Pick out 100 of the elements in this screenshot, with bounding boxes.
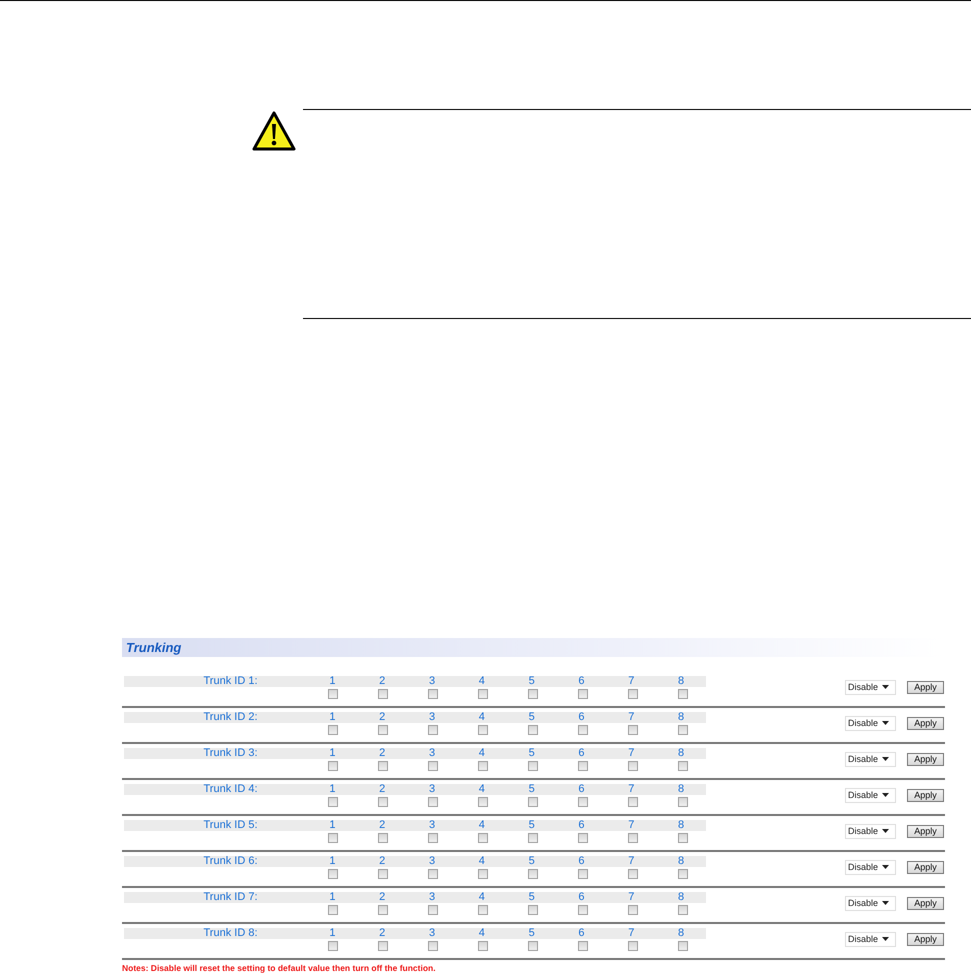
checkbox[interactable] bbox=[378, 761, 388, 771]
mode-dropdown[interactable]: Disable bbox=[845, 860, 896, 874]
checkbox[interactable] bbox=[678, 833, 688, 843]
caret-icon bbox=[882, 757, 890, 761]
checkbox[interactable] bbox=[578, 869, 588, 879]
checkbox[interactable] bbox=[628, 869, 638, 879]
port-number: 3 bbox=[428, 712, 436, 723]
mode-dropdown[interactable]: Disable bbox=[845, 752, 896, 766]
checkbox[interactable] bbox=[428, 725, 438, 735]
checkbox[interactable] bbox=[428, 869, 438, 879]
checkbox[interactable] bbox=[328, 941, 338, 951]
checkbox[interactable] bbox=[428, 761, 438, 771]
checkbox[interactable] bbox=[328, 689, 338, 699]
trunk-label: Trunk ID 7: bbox=[202, 892, 258, 903]
checkbox[interactable] bbox=[578, 905, 588, 915]
checkbox[interactable] bbox=[478, 797, 488, 807]
checkbox[interactable] bbox=[428, 689, 438, 699]
checkbox[interactable] bbox=[428, 905, 438, 915]
apply-button[interactable]: Apply bbox=[907, 716, 944, 730]
checkbox[interactable] bbox=[328, 869, 338, 879]
checkbox[interactable] bbox=[678, 761, 688, 771]
port-number: 7 bbox=[627, 748, 636, 759]
port-number: 7 bbox=[627, 928, 636, 939]
apply-button[interactable]: Apply bbox=[907, 932, 944, 946]
checkbox[interactable] bbox=[528, 725, 538, 735]
checkbox[interactable] bbox=[628, 905, 638, 915]
checkbox[interactable] bbox=[678, 941, 688, 951]
mode-dropdown[interactable]: Disable bbox=[845, 896, 896, 910]
checkbox[interactable] bbox=[378, 797, 388, 807]
apply-button[interactable]: Apply bbox=[907, 752, 944, 766]
apply-button[interactable]: Apply bbox=[907, 788, 944, 802]
checkbox[interactable] bbox=[678, 725, 688, 735]
checkbox[interactable] bbox=[328, 833, 338, 843]
port-number: 5 bbox=[528, 676, 536, 687]
checkbox[interactable] bbox=[378, 689, 388, 699]
mode-dropdown[interactable]: Disable bbox=[845, 716, 896, 730]
port-number: 1 bbox=[328, 892, 336, 903]
port-number: 6 bbox=[577, 856, 586, 867]
checkbox[interactable] bbox=[678, 905, 688, 915]
checkbox[interactable] bbox=[328, 725, 338, 735]
checkbox[interactable] bbox=[628, 833, 638, 843]
checkbox[interactable] bbox=[478, 761, 488, 771]
checkbox[interactable] bbox=[578, 689, 588, 699]
checkbox[interactable] bbox=[478, 869, 488, 879]
port-number: 2 bbox=[378, 820, 386, 831]
checkbox[interactable] bbox=[578, 725, 588, 735]
checkbox[interactable] bbox=[578, 941, 588, 951]
mode-dropdown[interactable]: Disable bbox=[845, 788, 896, 802]
port-number: 1 bbox=[328, 748, 336, 759]
mode-dropdown[interactable]: Disable bbox=[845, 824, 896, 838]
checkbox[interactable] bbox=[528, 833, 538, 843]
apply-button[interactable]: Apply bbox=[907, 680, 944, 694]
checkbox[interactable] bbox=[478, 941, 488, 951]
checkbox[interactable] bbox=[328, 761, 338, 771]
apply-button[interactable]: Apply bbox=[907, 860, 944, 874]
checkbox[interactable] bbox=[378, 725, 388, 735]
checkbox[interactable] bbox=[378, 833, 388, 843]
port-number: 1 bbox=[328, 784, 336, 795]
checkbox[interactable] bbox=[678, 797, 688, 807]
checkbox[interactable] bbox=[528, 797, 538, 807]
checkbox[interactable] bbox=[428, 833, 438, 843]
checkbox[interactable] bbox=[628, 797, 638, 807]
notes-text: Notes: Disable will reset the setting to default value then turn off the function. bbox=[122, 963, 437, 973]
checkbox[interactable] bbox=[578, 797, 588, 807]
port-number: 2 bbox=[378, 712, 386, 723]
checkbox[interactable] bbox=[628, 689, 638, 699]
checkbox[interactable] bbox=[628, 941, 638, 951]
checkbox[interactable] bbox=[528, 941, 538, 951]
port-number: 5 bbox=[528, 748, 536, 759]
checkbox[interactable] bbox=[328, 797, 338, 807]
port-number: 7 bbox=[627, 712, 636, 723]
port-number: 2 bbox=[378, 784, 386, 795]
checkbox[interactable] bbox=[628, 761, 638, 771]
checkbox[interactable] bbox=[528, 869, 538, 879]
checkbox[interactable] bbox=[478, 689, 488, 699]
checkbox[interactable] bbox=[528, 689, 538, 699]
apply-button[interactable]: Apply bbox=[907, 824, 944, 838]
checkbox[interactable] bbox=[428, 797, 438, 807]
port-number: 8 bbox=[677, 820, 686, 831]
mode-dropdown[interactable]: Disable bbox=[845, 932, 896, 946]
checkbox[interactable] bbox=[378, 941, 388, 951]
checkbox[interactable] bbox=[678, 689, 688, 699]
checkbox[interactable] bbox=[578, 761, 588, 771]
trunk-label: Trunk ID 5: bbox=[202, 820, 258, 831]
checkbox[interactable] bbox=[678, 869, 688, 879]
checkbox[interactable] bbox=[478, 905, 488, 915]
checkbox[interactable] bbox=[478, 833, 488, 843]
checkbox[interactable] bbox=[328, 905, 338, 915]
checkbox[interactable] bbox=[378, 905, 388, 915]
checkbox[interactable] bbox=[578, 833, 588, 843]
checkbox[interactable] bbox=[528, 905, 538, 915]
checkbox[interactable] bbox=[428, 941, 438, 951]
apply-button[interactable]: Apply bbox=[907, 896, 944, 910]
checkbox[interactable] bbox=[378, 869, 388, 879]
checkbox[interactable] bbox=[478, 725, 488, 735]
checkbox[interactable] bbox=[528, 761, 538, 771]
mode-dropdown[interactable]: Disable bbox=[845, 680, 896, 694]
checkbox[interactable] bbox=[628, 725, 638, 735]
port-number: 5 bbox=[528, 712, 536, 723]
port-number: 8 bbox=[677, 712, 686, 723]
